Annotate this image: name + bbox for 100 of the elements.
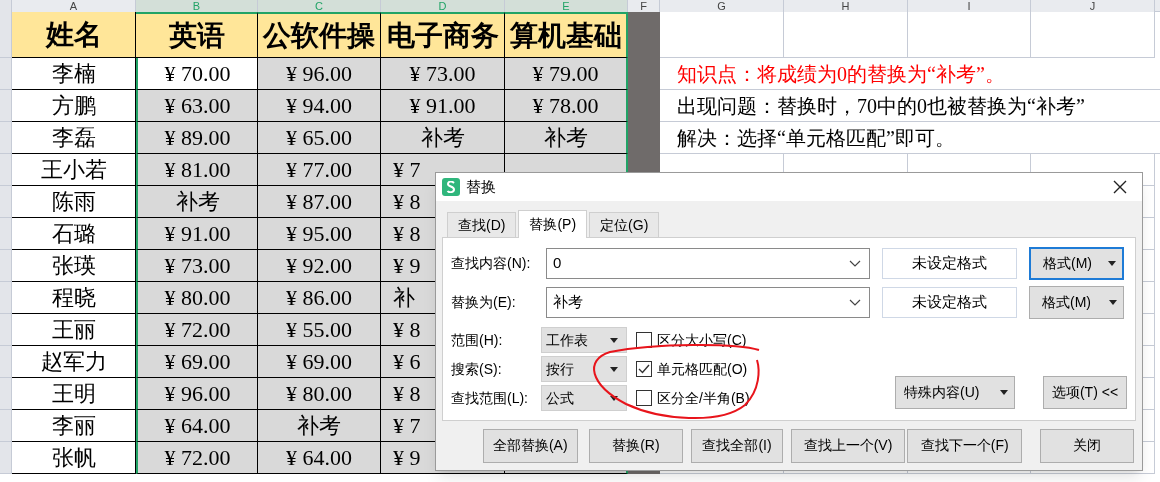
- table-cell: 李磊: [12, 122, 136, 154]
- table-cell: ¥ 89.00: [136, 122, 258, 154]
- table-cell: ¥ 91.00: [136, 218, 258, 250]
- combo-box[interactable]: 0: [546, 248, 870, 279]
- table-cell: 王明: [12, 378, 136, 410]
- dialog-button[interactable]: 全部替换(A): [483, 428, 578, 463]
- column-title: 电子商务: [381, 12, 505, 58]
- table-cell: ¥ 70.00: [136, 58, 258, 90]
- table-cell: 石璐: [12, 218, 136, 250]
- dropdown[interactable]: 公式: [541, 385, 627, 411]
- table-cell: ¥ 65.00: [258, 122, 381, 154]
- row-header[interactable]: [0, 12, 12, 58]
- table-cell: ¥ 80.00: [136, 282, 258, 314]
- row-header[interactable]: [0, 186, 12, 218]
- column-header[interactable]: G: [660, 0, 784, 12]
- column-title: 姓名: [12, 12, 136, 58]
- format-button[interactable]: 格式(M): [1029, 286, 1124, 319]
- checkbox[interactable]: [636, 390, 652, 406]
- row-header[interactable]: [0, 218, 12, 250]
- row-header[interactable]: [0, 378, 12, 410]
- table-cell: 张帆: [12, 442, 136, 474]
- table-cell: 补考: [258, 410, 381, 442]
- column-header[interactable]: I: [908, 0, 1031, 12]
- row-header[interactable]: [0, 442, 12, 474]
- column-header[interactable]: J: [1031, 0, 1155, 12]
- column-title: 算机基础: [505, 12, 628, 58]
- table-cell: ¥ 95.00: [258, 218, 381, 250]
- dialog-button[interactable]: 替换(R): [588, 428, 684, 463]
- caret-icon: [610, 395, 618, 401]
- caret-icon: [1000, 390, 1008, 395]
- table-cell: ¥ 91.00: [381, 90, 505, 122]
- format-status-button[interactable]: 未设定格式: [882, 287, 1017, 318]
- table-cell: ¥ 73.00: [381, 58, 505, 90]
- dropdown[interactable]: 工作表: [541, 327, 627, 353]
- table-cell: ¥ 96.00: [258, 58, 381, 90]
- table-cell: ¥ 63.00: [136, 90, 258, 122]
- caret-icon: [1108, 261, 1116, 266]
- table-cell: 李丽: [12, 410, 136, 442]
- column-header[interactable]: F: [628, 0, 660, 12]
- tab[interactable]: 替换(P): [518, 210, 588, 238]
- table-cell: ¥ 86.00: [258, 282, 381, 314]
- dialog-button[interactable]: 查找全部(I): [691, 428, 783, 463]
- row-header[interactable]: [0, 154, 12, 186]
- chevron-down-icon: [849, 299, 861, 306]
- checkbox[interactable]: [636, 361, 652, 377]
- row-header[interactable]: [0, 90, 12, 122]
- table-cell: ¥ 79.00: [505, 58, 628, 90]
- row-header[interactable]: [0, 346, 12, 378]
- checkbox-label: 区分全/半角(B): [657, 388, 750, 408]
- table-cell: ¥ 81.00: [136, 154, 258, 186]
- format-status-button[interactable]: 未设定格式: [882, 248, 1017, 279]
- table-cell: ¥ 80.00: [258, 378, 381, 410]
- tab[interactable]: 查找(D): [447, 212, 517, 237]
- table-cell: 补考: [136, 186, 258, 218]
- table-cell: 方鹏: [12, 90, 136, 122]
- table-cell: ¥ 69.00: [258, 346, 381, 378]
- table-cell: ¥ 64.00: [136, 410, 258, 442]
- table-cell: ¥ 72.00: [136, 314, 258, 346]
- table-cell: 陈雨: [12, 186, 136, 218]
- table-cell: ¥ 69.00: [136, 346, 258, 378]
- column-header[interactable]: H: [784, 0, 908, 12]
- column-title: 公软件操: [258, 12, 381, 58]
- row-header[interactable]: [0, 314, 12, 346]
- option-button[interactable]: 特殊内容(U): [895, 376, 1015, 409]
- table-cell: 李楠: [12, 58, 136, 90]
- caret-icon: [610, 337, 618, 343]
- column-header[interactable]: A: [12, 0, 136, 12]
- table-cell: ¥ 73.00: [136, 250, 258, 282]
- row-header[interactable]: [0, 58, 12, 90]
- table-cell: 赵军力: [12, 346, 136, 378]
- dialog-button[interactable]: 查找上一个(V): [790, 428, 906, 463]
- table-cell: ¥ 78.00: [505, 90, 628, 122]
- table-cell: 补考: [381, 122, 505, 154]
- close-icon[interactable]: [1112, 179, 1128, 195]
- combo-box[interactable]: 补考: [546, 287, 870, 318]
- row-header[interactable]: [0, 250, 12, 282]
- column-title: 英语: [136, 12, 258, 58]
- row-header[interactable]: [0, 410, 12, 442]
- table-cell: 王丽: [12, 314, 136, 346]
- checkbox[interactable]: [636, 332, 652, 348]
- checkbox-label: 单元格匹配(O): [657, 359, 748, 379]
- format-button[interactable]: 格式(M): [1029, 247, 1124, 280]
- note-text: 出现问题：替换时，70中的0也被替换为“补考”: [660, 90, 1160, 122]
- row-header[interactable]: [0, 122, 12, 154]
- option-button[interactable]: 选项(T) <<: [1043, 376, 1127, 409]
- table-cell: ¥ 96.00: [136, 378, 258, 410]
- dialog-button[interactable]: 查找下一个(F): [907, 428, 1023, 463]
- table-cell: 王小若: [12, 154, 136, 186]
- table-cell: ¥ 77.00: [258, 154, 381, 186]
- table-cell: ¥ 87.00: [258, 186, 381, 218]
- dropdown[interactable]: 按行: [541, 356, 627, 382]
- table-cell: 补考: [505, 122, 628, 154]
- row-header[interactable]: [0, 282, 12, 314]
- dialog-button[interactable]: 关闭: [1040, 428, 1134, 463]
- tab[interactable]: 定位(G): [589, 212, 660, 237]
- note-text: 知识点：将成绩为0的替换为“补考”。: [660, 58, 1160, 90]
- chevron-down-icon: [849, 260, 861, 267]
- corner-cell[interactable]: [0, 0, 12, 12]
- table-cell: ¥ 72.00: [136, 442, 258, 474]
- table-cell: ¥ 55.00: [258, 314, 381, 346]
